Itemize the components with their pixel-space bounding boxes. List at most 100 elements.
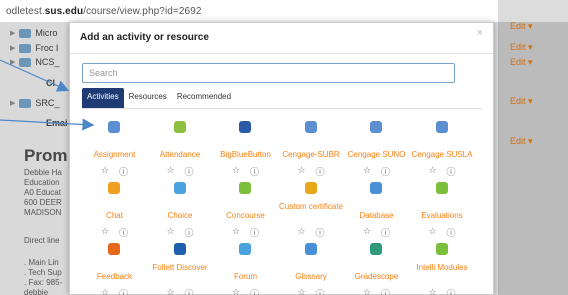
star-icon[interactable]: ☆ — [232, 226, 240, 239]
activity-label[interactable]: Database — [344, 211, 409, 220]
chat-icon — [106, 180, 122, 196]
info-icon[interactable]: ⓘ — [316, 226, 325, 239]
bigbluebutton-icon — [237, 119, 253, 135]
activity-label[interactable]: BigBlueButton — [213, 150, 278, 159]
star-icon[interactable]: ☆ — [363, 287, 371, 295]
activity-tile[interactable]: Evaluations ☆ ⓘ — [410, 180, 475, 238]
activity-actions: ☆ ⓘ — [410, 165, 475, 178]
attendance-icon — [172, 119, 188, 135]
url-path: /course/view.php?id=2692 — [83, 6, 202, 17]
activity-tile[interactable]: Concourse ☆ ⓘ — [213, 180, 278, 238]
activity-label[interactable]: Custom certificate — [279, 202, 344, 211]
info-icon[interactable]: ⓘ — [119, 287, 128, 295]
url-bar[interactable]: odletest.sus.edu/course/view.php?id=2692 — [0, 0, 568, 22]
cart-icon — [172, 241, 188, 257]
star-icon[interactable]: ☆ — [297, 287, 305, 295]
info-icon[interactable]: ⓘ — [381, 165, 390, 178]
activity-label[interactable]: Intelli Modules — [410, 263, 475, 272]
info-icon[interactable]: ⓘ — [250, 165, 259, 178]
info-icon[interactable]: ⓘ — [119, 226, 128, 239]
activity-actions: ☆ ⓘ — [148, 226, 213, 239]
activity-label[interactable]: Concourse — [213, 211, 278, 220]
activity-label[interactable]: Follett Discover — [148, 263, 213, 272]
activity-tile[interactable]: Attendance ☆ ⓘ — [148, 119, 213, 177]
close-icon[interactable]: × — [477, 27, 483, 39]
info-icon[interactable]: ⓘ — [250, 287, 259, 295]
activity-tile[interactable]: Choice ☆ ⓘ — [148, 180, 213, 238]
info-icon[interactable]: ⓘ — [447, 287, 456, 295]
activity-label[interactable]: Forum — [213, 272, 278, 281]
activity-tile[interactable]: Database ☆ ⓘ — [344, 180, 409, 238]
info-icon[interactable]: ⓘ — [185, 165, 194, 178]
puzzle-icon — [434, 241, 450, 257]
activity-label[interactable]: Cengage SUSLA — [410, 150, 475, 159]
search-input[interactable]: Search — [82, 63, 455, 83]
star-icon[interactable]: ☆ — [428, 165, 436, 178]
info-icon[interactable]: ⓘ — [250, 226, 259, 239]
star-icon[interactable]: ☆ — [363, 165, 371, 178]
puzzle-icon — [434, 180, 450, 196]
activity-tile[interactable]: Chat ☆ ⓘ — [82, 180, 147, 238]
activity-tile[interactable]: Custom certificate ☆ ⓘ — [279, 180, 344, 238]
info-icon[interactable]: ⓘ — [381, 226, 390, 239]
info-icon[interactable]: ⓘ — [381, 287, 390, 295]
star-icon[interactable]: ☆ — [166, 287, 174, 295]
star-icon[interactable]: ☆ — [297, 226, 305, 239]
star-icon[interactable]: ☆ — [297, 165, 305, 178]
info-icon[interactable]: ⓘ — [185, 226, 194, 239]
activity-actions: ☆ ⓘ — [279, 287, 344, 295]
activity-label[interactable]: Cengage SUNO — [344, 150, 409, 159]
tab-resources[interactable]: Resources — [124, 88, 172, 108]
star-icon[interactable]: ☆ — [101, 287, 109, 295]
activity-tile[interactable]: Cengage SUNO ☆ ⓘ — [344, 119, 409, 177]
activity-label[interactable]: Cengage-SUBR — [279, 150, 344, 159]
activity-actions: ☆ ⓘ — [344, 165, 409, 178]
activity-tile[interactable]: Cengage-SUBR ☆ ⓘ — [279, 119, 344, 177]
star-icon[interactable]: ☆ — [428, 226, 436, 239]
star-icon[interactable]: ☆ — [101, 226, 109, 239]
activity-actions: ☆ ⓘ — [82, 287, 147, 295]
activity-tile[interactable]: BigBlueButton ☆ ⓘ — [213, 119, 278, 177]
tab-recommended[interactable]: Recommended — [172, 88, 236, 108]
activity-label[interactable]: Glossary — [279, 272, 344, 281]
activity-actions: ☆ ⓘ — [213, 287, 278, 295]
forum-icon — [237, 241, 253, 257]
star-icon[interactable]: ☆ — [232, 165, 240, 178]
info-icon[interactable]: ⓘ — [447, 226, 456, 239]
tab-activities[interactable]: Activities — [82, 88, 124, 108]
activity-label[interactable]: Evaluations — [410, 211, 475, 220]
star-icon[interactable]: ☆ — [428, 287, 436, 295]
info-icon[interactable]: ⓘ — [447, 165, 456, 178]
activity-tile[interactable]: Feedback ☆ ⓘ — [82, 241, 147, 295]
activity-actions: ☆ ⓘ — [148, 165, 213, 178]
activity-tile[interactable]: Gradescope ☆ ⓘ — [344, 241, 409, 295]
info-icon[interactable]: ⓘ — [316, 165, 325, 178]
star-icon[interactable]: ☆ — [101, 165, 109, 178]
star-icon[interactable]: ☆ — [166, 165, 174, 178]
activity-actions: ☆ ⓘ — [279, 165, 344, 178]
activity-label[interactable]: Attendance — [148, 150, 213, 159]
glossary-icon — [303, 241, 319, 257]
activity-label[interactable]: Assignment — [82, 150, 147, 159]
activity-tile[interactable]: Forum ☆ ⓘ — [213, 241, 278, 295]
activity-tile[interactable]: Intelli Modules ☆ ⓘ — [410, 241, 475, 295]
info-icon[interactable]: ⓘ — [119, 165, 128, 178]
activity-tile[interactable]: Follett Discover ☆ ⓘ — [148, 241, 213, 295]
url-domain: sus.edu — [44, 6, 84, 17]
activity-tile[interactable]: Assignment ☆ ⓘ — [82, 119, 147, 177]
activity-tile[interactable]: Cengage SUSLA ☆ ⓘ — [410, 119, 475, 177]
activity-label[interactable]: Choice — [148, 211, 213, 220]
star-icon[interactable]: ☆ — [363, 226, 371, 239]
activity-label[interactable]: Chat — [82, 211, 147, 220]
info-icon[interactable]: ⓘ — [185, 287, 194, 295]
activity-label[interactable]: Feedback — [82, 272, 147, 281]
info-icon[interactable]: ⓘ — [316, 287, 325, 295]
activity-tile[interactable]: Glossary ☆ ⓘ — [279, 241, 344, 295]
activity-actions: ☆ ⓘ — [213, 165, 278, 178]
choice-icon — [172, 180, 188, 196]
activity-label[interactable]: Gradescope — [344, 272, 409, 281]
star-icon[interactable]: ☆ — [232, 287, 240, 295]
dialog-title: Add an activity or resource — [80, 32, 209, 43]
add-activity-dialog: Add an activity or resource × Search Act… — [69, 22, 494, 295]
star-icon[interactable]: ☆ — [166, 226, 174, 239]
